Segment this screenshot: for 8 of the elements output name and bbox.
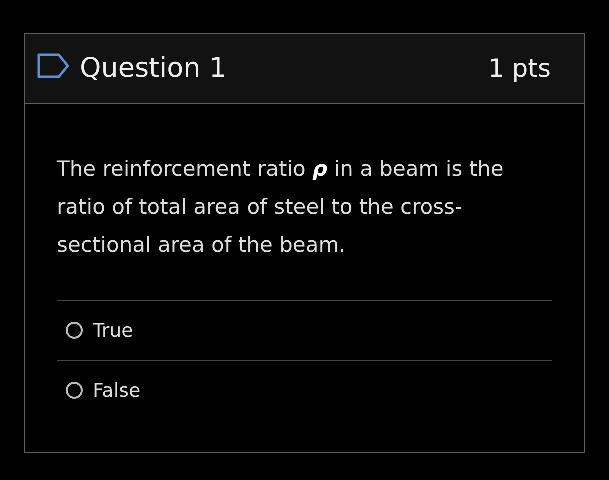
question-title: Question 1 — [80, 53, 228, 84]
flag-icon — [37, 52, 71, 78]
answer-option[interactable]: True — [57, 301, 552, 361]
answer-option[interactable]: False — [57, 361, 552, 420]
points-label: 1 pts — [488, 54, 551, 83]
question-text: The reinforcement ratio ρ in a beam is the ratio of total area of steel to the cross-sectional area of the beam. — [57, 156, 505, 259]
radio-button[interactable] — [66, 382, 83, 399]
radio-button[interactable] — [66, 322, 83, 339]
